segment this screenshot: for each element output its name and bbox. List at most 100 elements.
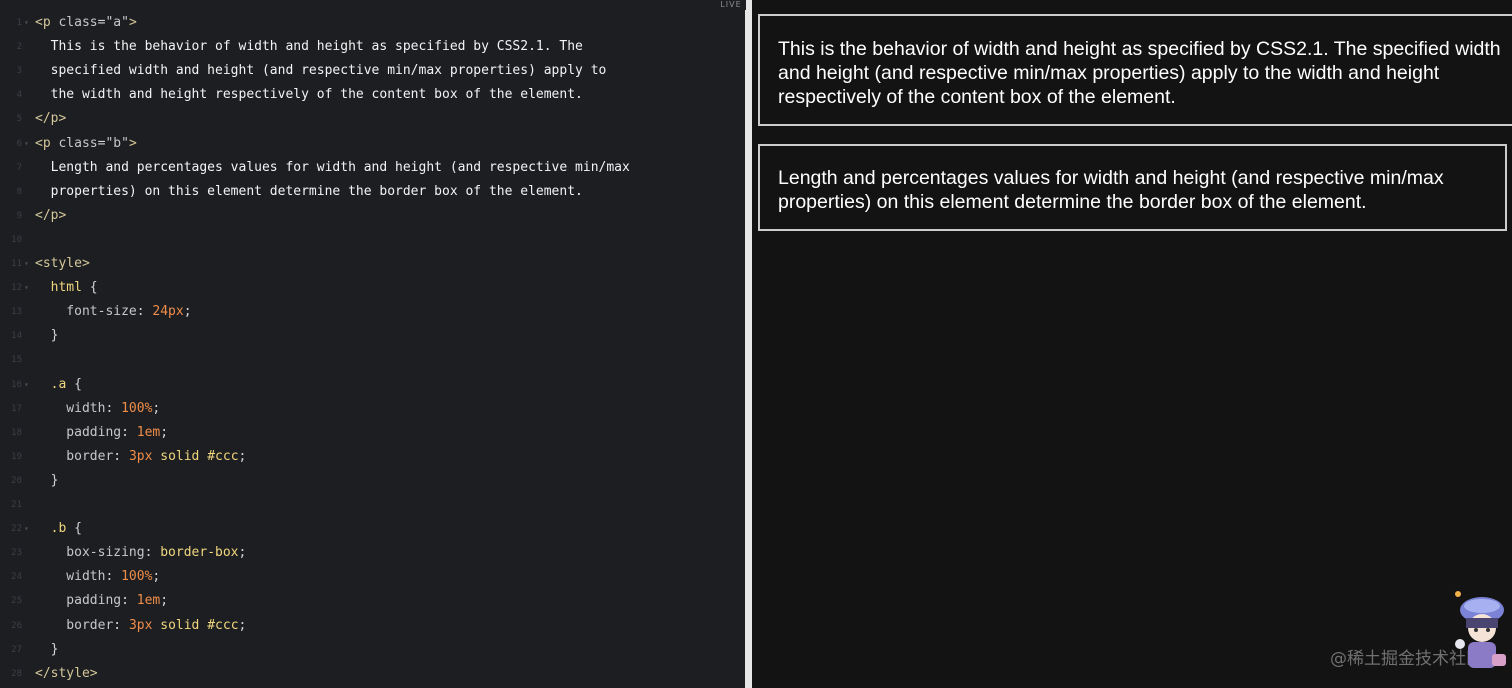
code-token: "b" bbox=[105, 135, 129, 151]
code-line[interactable]: 26 border: 3px solid #ccc; bbox=[0, 614, 745, 638]
code-line[interactable]: 11 ▾ <style> bbox=[0, 252, 745, 276]
code-line[interactable]: 14 } bbox=[0, 324, 745, 348]
code-line[interactable]: 4 the width and height respectively of t… bbox=[0, 83, 745, 107]
code-token: > bbox=[128, 15, 137, 30]
code-token: { bbox=[66, 521, 82, 537]
code-line[interactable]: 1 ▾ <p class="a"> bbox=[0, 11, 745, 35]
code-line[interactable]: 7 Length and percentages values for widt… bbox=[0, 156, 745, 180]
code-line[interactable]: 25 padding: 1em; bbox=[0, 589, 745, 613]
code-token: border-box bbox=[160, 545, 239, 561]
code-token: the width and height respectively of the… bbox=[35, 87, 583, 103]
code-line[interactable]: 22 ▾ .b { bbox=[0, 517, 745, 541]
fold-arrow-icon[interactable]: ▾ bbox=[24, 276, 29, 300]
code-token: </p> bbox=[35, 207, 67, 223]
code-token: This is the behavior of width and height… bbox=[35, 39, 583, 55]
code-line[interactable]: 27 } bbox=[0, 638, 745, 662]
code-line[interactable]: 21 bbox=[0, 493, 745, 517]
fold-arrow-icon[interactable]: ▾ bbox=[24, 373, 29, 397]
code-text: properties) on this element determine th… bbox=[35, 180, 583, 204]
code-token: #ccc bbox=[199, 448, 239, 464]
code-text: border: 3px solid #ccc; bbox=[35, 614, 246, 638]
code-line[interactable]: 24 width: 100%; bbox=[0, 565, 745, 589]
fold-arrow-icon[interactable]: ▾ bbox=[24, 11, 29, 35]
html-code-editor[interactable]: 1 ▾ <p class="a"> 2 This is the behavior of… bbox=[0, 0, 745, 688]
code-token: 100% bbox=[121, 569, 153, 585]
code-token: html bbox=[35, 280, 82, 296]
code-text: border: 3px solid #ccc; bbox=[35, 445, 246, 469]
code-line[interactable]: 12 ▾ html { bbox=[0, 276, 745, 300]
line-number: 19 bbox=[11, 451, 22, 462]
code-line[interactable]: 2 This is the behavior of width and heig… bbox=[0, 35, 745, 59]
code-text: padding: 1em; bbox=[35, 421, 168, 445]
code-token: font-size bbox=[35, 304, 137, 320]
line-number: 18 bbox=[11, 427, 22, 438]
code-text: box-sizing: border-box; bbox=[35, 541, 246, 565]
code-line[interactable]: 16 ▾ .a { bbox=[0, 373, 745, 397]
preview-paragraph-a: This is the behavior of width and height… bbox=[758, 14, 1512, 126]
code-text: } bbox=[35, 324, 59, 348]
code-line[interactable]: 5 </p> bbox=[0, 107, 745, 131]
code-token: 1em bbox=[136, 593, 161, 609]
code-token: 3px bbox=[128, 448, 153, 464]
fold-arrow-icon[interactable]: ▾ bbox=[24, 252, 29, 276]
code-token: class bbox=[58, 135, 98, 151]
code-token: padding bbox=[35, 424, 122, 440]
code-line[interactable]: 8 properties) on this element determine … bbox=[0, 180, 745, 204]
code-token: width bbox=[35, 569, 106, 585]
line-number: 20 bbox=[11, 475, 22, 486]
fold-arrow-icon[interactable]: ▾ bbox=[24, 132, 29, 156]
code-token: border bbox=[35, 448, 114, 464]
code-text: } bbox=[35, 638, 59, 662]
code-line[interactable]: 9 </p> bbox=[0, 204, 745, 228]
code-token: solid bbox=[152, 617, 200, 633]
line-number: 3 bbox=[16, 66, 22, 77]
line-number: 4 bbox=[16, 90, 22, 101]
code-text: <style> bbox=[35, 252, 90, 276]
code-token: ; bbox=[238, 448, 247, 464]
code-token: #ccc bbox=[199, 617, 239, 633]
code-token: padding bbox=[35, 593, 122, 609]
code-line[interactable]: 6 ▾ <p class="b"> bbox=[0, 132, 745, 156]
code-line[interactable]: 18 padding: 1em; bbox=[0, 421, 745, 445]
code-token: : bbox=[113, 448, 129, 464]
line-number: 25 bbox=[11, 596, 22, 607]
code-line[interactable]: 13 font-size: 24px; bbox=[0, 300, 745, 324]
code-line[interactable]: 10 bbox=[0, 228, 745, 252]
code-token: Length and percentages values for width … bbox=[35, 159, 630, 175]
code-line[interactable]: 19 border: 3px solid #ccc; bbox=[0, 445, 745, 469]
line-number: 28 bbox=[11, 668, 22, 679]
line-number: 22 bbox=[11, 524, 22, 535]
line-number: 24 bbox=[11, 572, 22, 583]
code-text: width: 100%; bbox=[35, 565, 160, 589]
line-number: 23 bbox=[11, 548, 22, 559]
code-token: : bbox=[105, 569, 122, 585]
line-number: 8 bbox=[16, 186, 22, 197]
code-line[interactable]: 17 width: 100%; bbox=[0, 397, 745, 421]
code-text: font-size: 24px; bbox=[35, 300, 191, 324]
code-token: { bbox=[66, 376, 82, 392]
code-text: <p class="b"> bbox=[35, 132, 137, 156]
line-number: 14 bbox=[11, 331, 22, 342]
code-token: ; bbox=[152, 400, 161, 416]
mascot-sticker-icon bbox=[1455, 591, 1506, 668]
code-line[interactable]: 3 specified width and height (and respec… bbox=[0, 59, 745, 83]
live-label: LIVE bbox=[716, 0, 746, 10]
code-token: : bbox=[121, 424, 137, 440]
code-line[interactable]: 28 </style> bbox=[0, 662, 745, 686]
code-token: ; bbox=[238, 617, 247, 633]
line-number: 26 bbox=[11, 620, 22, 631]
code-line[interactable]: 23 box-sizing: border-box; bbox=[0, 541, 745, 565]
code-token: } bbox=[35, 328, 59, 344]
code-line[interactable]: 20 } bbox=[0, 469, 745, 493]
code-text: <p class="a"> bbox=[35, 11, 137, 35]
code-text: This is the behavior of width and height… bbox=[35, 35, 583, 59]
line-number: 15 bbox=[11, 355, 22, 366]
code-line[interactable]: 15 bbox=[0, 348, 745, 372]
fold-arrow-icon[interactable]: ▾ bbox=[24, 517, 29, 541]
line-number: 21 bbox=[11, 500, 22, 510]
preview-paragraph-b: Length and percentages values for width … bbox=[758, 144, 1507, 231]
code-token: } bbox=[35, 641, 59, 657]
pane-resize-handle[interactable] bbox=[745, 0, 752, 688]
code-text: </p> bbox=[35, 204, 66, 228]
code-token: class bbox=[58, 15, 98, 30]
